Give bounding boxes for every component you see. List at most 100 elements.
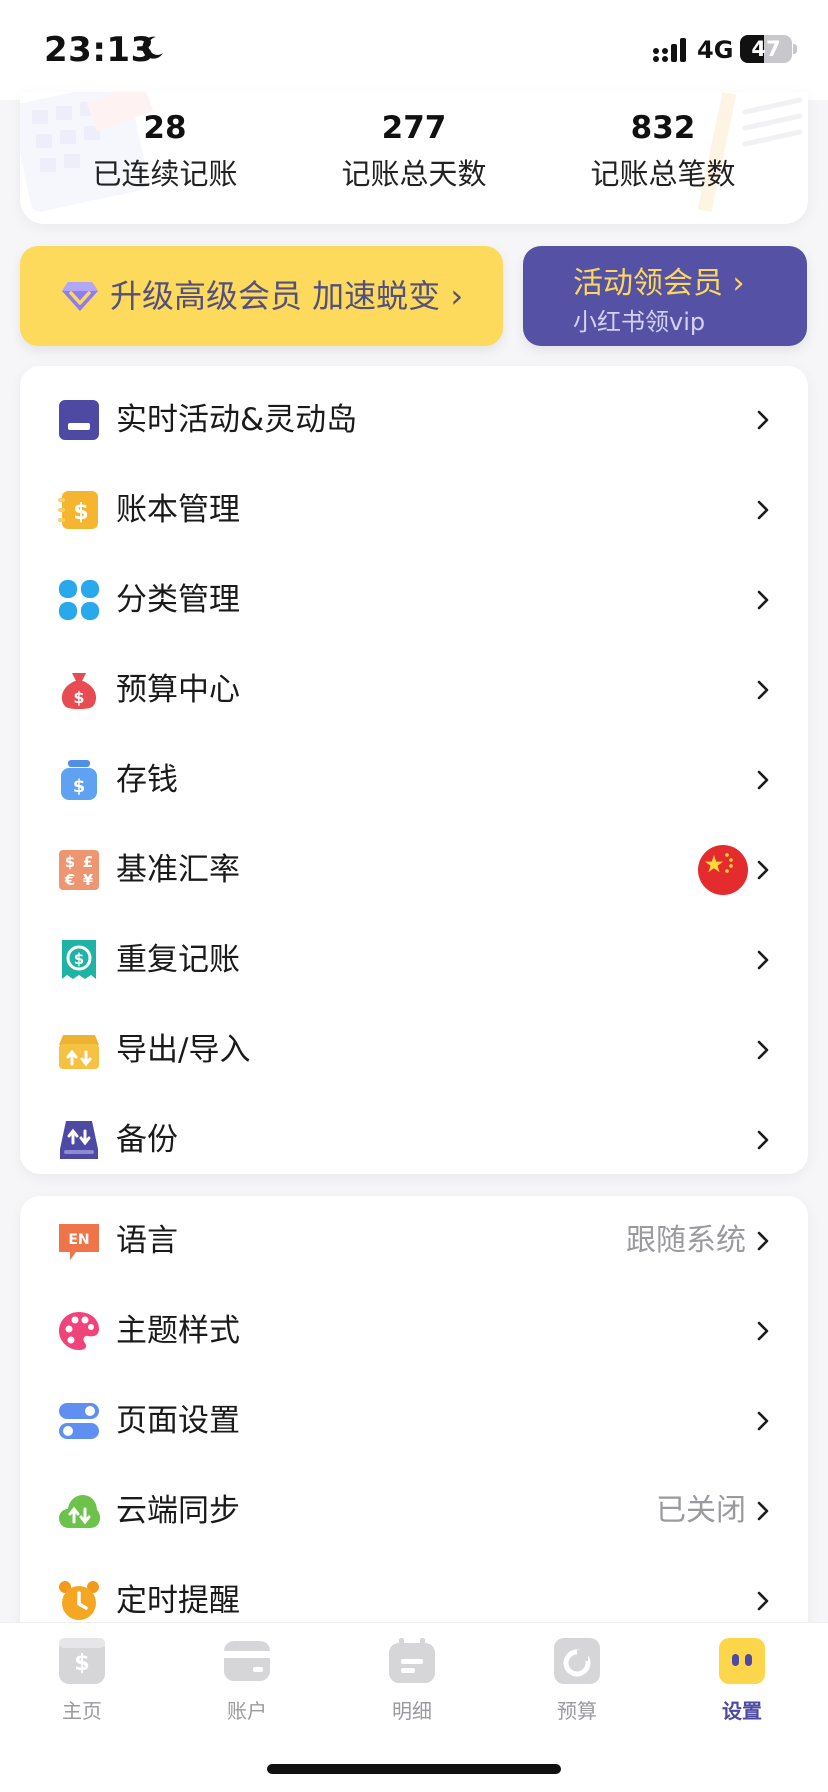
tab-accounts[interactable]: 账户 [187, 1637, 307, 1737]
savings-jar-icon: $ [61, 760, 97, 800]
svg-text:$: $ [74, 950, 84, 968]
alarm-clock-icon [59, 1581, 99, 1620]
cloud-sync-value: 已关闭 [656, 1493, 746, 1528]
menu-label: 实时活动&灵动岛 [116, 402, 358, 438]
svg-text:$: $ [74, 1651, 89, 1676]
menu-item-theme-style[interactable]: 主题样式 [20, 1286, 808, 1376]
menu-item-live-activity[interactable]: 实时活动&灵动岛 [20, 375, 808, 465]
toggle-settings-icon [59, 1403, 99, 1439]
svg-text:€: € [64, 871, 75, 889]
svg-text:¥: ¥ [83, 871, 94, 889]
tab-label: 账户 [227, 1699, 267, 1723]
menu-label: 基准汇率 [116, 852, 240, 888]
diamond-icon [62, 282, 98, 311]
stat-value: 832 [630, 110, 696, 146]
battery-level: 47 [751, 37, 781, 61]
tab-details[interactable]: 明细 [352, 1637, 472, 1737]
settings-icon [719, 1638, 765, 1684]
menu-item-backup[interactable]: 备份 [20, 1095, 808, 1185]
menu-item-page-settings[interactable]: 页面设置 [20, 1376, 808, 1466]
wallet-icon [224, 1641, 270, 1681]
menu-item-savings[interactable]: $ 存钱 [20, 735, 808, 825]
money-bag-icon: $ [61, 673, 97, 709]
china-flag-icon [698, 845, 748, 895]
menu-label: 备份 [116, 1122, 178, 1158]
menu-label: 账本管理 [116, 492, 240, 528]
menu-item-language[interactable]: EN 语言 跟随系统 [20, 1196, 808, 1286]
chevron-right-icon [757, 950, 769, 970]
language-icon: EN [59, 1224, 99, 1260]
menu-item-export-import[interactable]: 导出/导入 [20, 1005, 808, 1095]
svg-text:$: $ [73, 688, 84, 707]
chevron-right-icon [757, 500, 769, 520]
stat-label: 记账总笔数 [590, 157, 736, 191]
chevron-right-icon [757, 1591, 769, 1611]
stat-value: 277 [381, 110, 447, 146]
chevron-right-icon [757, 770, 769, 790]
category-icon [59, 580, 99, 620]
tab-home[interactable]: $ 主页 [22, 1637, 142, 1737]
svg-text:$: $ [65, 853, 75, 871]
chevron-right-icon [757, 1501, 769, 1521]
stat-total-days: 277 记账总天数 [289, 108, 539, 196]
svg-text:£: £ [83, 853, 93, 871]
stat-label: 已连续记账 [92, 157, 238, 191]
settings-screen: 23:13 4G 47 28 已连续记账 277 记账总天数 832 记账总笔数… [0, 0, 828, 1792]
tab-label: 明细 [392, 1699, 432, 1723]
stat-label: 记账总天数 [341, 157, 487, 191]
chevron-right-icon [757, 590, 769, 610]
battery-cap [793, 44, 797, 54]
details-icon [389, 1638, 435, 1683]
svg-text:EN: EN [68, 1232, 89, 1248]
chevron-right-icon [757, 1231, 769, 1251]
menu-label: 预算中心 [116, 672, 240, 708]
network-type: 4G [697, 36, 734, 64]
battery-icon: 47 [740, 35, 792, 63]
tab-label: 主页 [62, 1699, 102, 1723]
chevron-right-icon [757, 1130, 769, 1150]
menu-item-ledger-management[interactable]: $ 账本管理 [20, 465, 808, 555]
menu-item-cloud-sync[interactable]: 云端同步 已关闭 [20, 1466, 808, 1556]
currency-exchange-icon: $ £ € ¥ [59, 850, 99, 890]
chevron-right-icon [757, 1321, 769, 1341]
palette-icon [59, 1312, 99, 1350]
home-indicator [267, 1764, 561, 1774]
menu-card-main: 实时活动&灵动岛 $ 账本管理 分类管理 $ 预算中心 $ 存钱 $ £ € ¥… [20, 366, 808, 1174]
stat-value: 28 [143, 110, 187, 146]
menu-label: 主题样式 [116, 1313, 240, 1349]
chevron-right-icon [757, 680, 769, 700]
stats-card: 28 已连续记账 277 记账总天数 832 记账总笔数 [20, 92, 808, 224]
activity-title: 活动领会员 › [573, 266, 745, 301]
menu-item-budget-center[interactable]: $ 预算中心 [20, 645, 808, 735]
menu-item-recurring-entries[interactable]: $ 重复记账 [20, 915, 808, 1005]
home-icon: $ [59, 1638, 105, 1684]
backup-icon [60, 1121, 98, 1159]
chevron-right-icon [757, 860, 769, 880]
tab-label: 预算 [557, 1699, 597, 1723]
svg-text:$: $ [73, 776, 86, 797]
svg-text:$: $ [73, 500, 88, 525]
language-value: 跟随系统 [626, 1223, 746, 1258]
menu-label: 分类管理 [116, 582, 240, 618]
tab-settings[interactable]: 设置 [682, 1637, 802, 1737]
menu-label: 存钱 [116, 762, 178, 798]
menu-item-base-exchange-rate[interactable]: $ £ € ¥ 基准汇率 [20, 825, 808, 915]
export-import-icon [59, 1035, 99, 1069]
tab-label: 设置 [722, 1699, 762, 1723]
menu-item-category-management[interactable]: 分类管理 [20, 555, 808, 645]
tab-budget[interactable]: 预算 [517, 1637, 637, 1737]
budget-icon [554, 1638, 600, 1684]
activity-subtitle: 小红书领vip [573, 308, 706, 336]
activity-membership-button[interactable]: 活动领会员 › 小红书领vip [523, 246, 807, 346]
stat-total-entries: 832 记账总笔数 [538, 108, 788, 196]
recurring-bill-icon: $ [62, 940, 96, 979]
chevron-right-icon [757, 410, 769, 430]
live-activity-icon [59, 400, 99, 440]
ledger-icon: $ [58, 491, 98, 529]
cloud-sync-icon [59, 1495, 100, 1528]
cellular-signal-icon [653, 38, 686, 62]
upgrade-premium-button[interactable]: 升级高级会员 加速蜕变 › [20, 246, 503, 346]
menu-label: 页面设置 [116, 1403, 240, 1439]
menu-label: 云端同步 [116, 1493, 240, 1529]
status-bar: 23:13 4G 47 [0, 0, 828, 100]
